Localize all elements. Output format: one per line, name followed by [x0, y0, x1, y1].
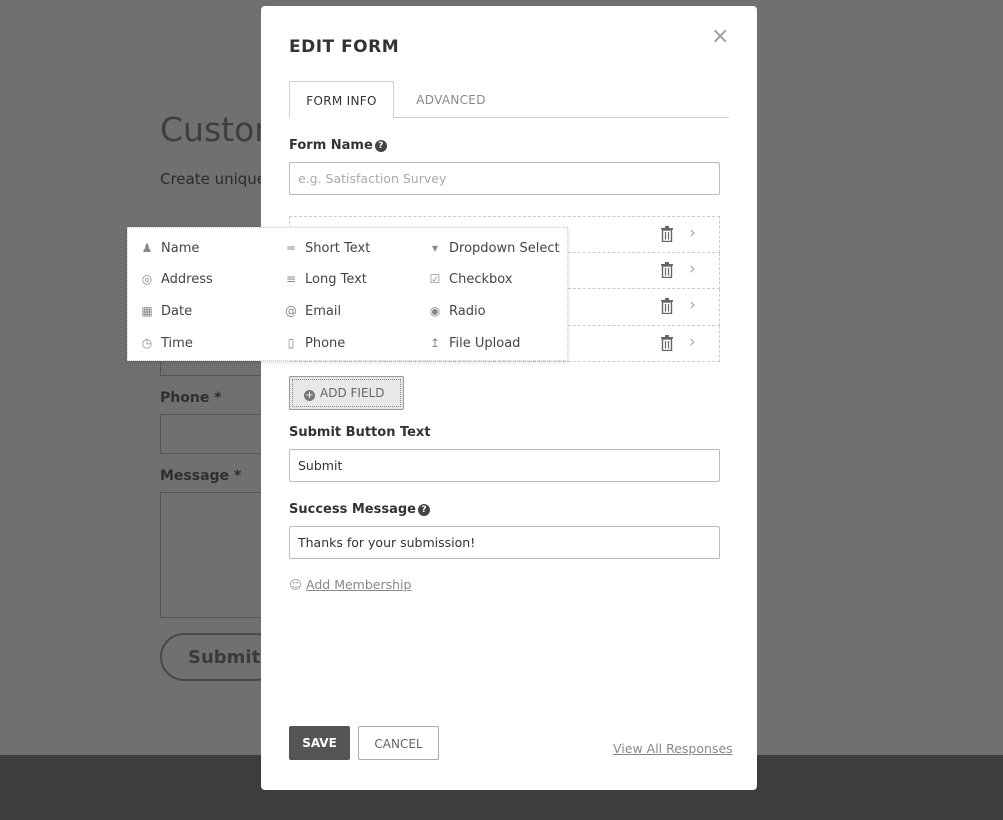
person-icon: ♟	[141, 241, 153, 255]
phone-label: Phone *	[160, 390, 222, 406]
success-message-input[interactable]	[289, 526, 720, 559]
add-field-label: ADD FIELD	[320, 386, 385, 400]
view-all-responses-link[interactable]: View All Responses	[613, 741, 733, 756]
radio-icon: ◉	[429, 304, 441, 318]
phone-icon: ▯	[287, 336, 295, 350]
save-button[interactable]: SAVE	[289, 726, 350, 760]
modal-title: EDIT FORM	[289, 37, 400, 57]
form-name-input[interactable]	[289, 162, 720, 195]
field-type-address[interactable]: ◎ Address	[140, 269, 213, 289]
field-type-popover: ♟ Name ◎ Address ▦ Date ◷ Time ═ Short Text ≡…	[127, 227, 568, 361]
form-name-label: Form Name?	[289, 138, 387, 153]
field-type-radio-label: Radio	[449, 304, 486, 319]
chevron-right-icon[interactable]: ›	[689, 295, 696, 315]
success-message-label: Success Message?	[289, 502, 430, 517]
at-icon: @	[285, 304, 297, 318]
tab-bar: FORM INFO ADVANCED	[289, 81, 729, 118]
field-type-name-label: Name	[161, 241, 200, 256]
short-text-icon: ═	[287, 241, 295, 255]
long-text-icon: ≡	[285, 272, 297, 286]
page-title: Custon	[160, 110, 276, 149]
plus-icon: +	[304, 390, 315, 401]
field-type-phone-label: Phone	[305, 336, 346, 351]
field-type-file-upload[interactable]: ↥ File Upload	[428, 333, 520, 353]
field-type-long-text-label: Long Text	[305, 272, 367, 287]
field-type-dropdown-label: Dropdown Select	[449, 241, 560, 256]
field-type-long-text[interactable]: ≡ Long Text	[284, 269, 367, 289]
edit-form-modal: EDIT FORM × FORM INFO ADVANCED Form Name…	[261, 6, 757, 790]
success-message-label-text: Success Message	[289, 502, 416, 517]
form-name-label-text: Form Name	[289, 138, 373, 153]
field-type-address-label: Address	[161, 272, 213, 287]
tab-form-info[interactable]: FORM INFO	[289, 81, 394, 118]
chevron-right-icon[interactable]: ›	[689, 259, 696, 279]
field-type-time[interactable]: ◷ Time	[140, 333, 193, 353]
field-type-time-label: Time	[161, 336, 193, 351]
trash-icon[interactable]	[660, 261, 674, 278]
clock-icon: ◷	[141, 336, 153, 350]
calendar-icon: ▦	[141, 304, 153, 318]
trash-icon[interactable]	[660, 298, 674, 314]
close-icon[interactable]: ×	[711, 26, 729, 48]
trash-icon[interactable]	[660, 334, 674, 351]
checkbox-icon: ☑	[429, 272, 441, 286]
field-type-short-text-label: Short Text	[305, 241, 371, 256]
submit-button-text-input[interactable]	[289, 449, 720, 482]
field-type-checkbox-label: Checkbox	[449, 272, 513, 287]
field-type-phone[interactable]: ▯ Phone	[284, 333, 346, 353]
field-type-dropdown[interactable]: ▾ Dropdown Select	[428, 238, 560, 258]
field-type-email[interactable]: @ Email	[284, 301, 341, 321]
upload-icon: ↥	[429, 336, 441, 350]
submit-button-text-label: Submit Button Text	[289, 425, 431, 440]
page-subtitle: Create unique	[160, 170, 267, 188]
add-membership-label: Add Membership	[306, 577, 412, 592]
field-type-email-label: Email	[305, 304, 342, 319]
message-label: Message *	[160, 468, 242, 484]
tab-advanced[interactable]: ADVANCED	[401, 81, 501, 118]
members-icon: ☺	[289, 577, 303, 592]
location-pin-icon: ◎	[141, 272, 153, 286]
field-type-file-upload-label: File Upload	[449, 336, 521, 351]
field-type-checkbox[interactable]: ☑ Checkbox	[428, 269, 513, 289]
help-icon[interactable]: ?	[374, 140, 387, 152]
add-membership-link[interactable]: ☺ Add Membership	[289, 577, 411, 592]
help-icon[interactable]: ?	[417, 504, 430, 516]
field-type-radio[interactable]: ◉ Radio	[428, 301, 486, 321]
field-type-date-label: Date	[161, 304, 193, 319]
field-type-name[interactable]: ♟ Name	[140, 238, 200, 258]
cancel-button[interactable]: CANCEL	[358, 726, 439, 760]
add-field-button[interactable]: + ADD FIELD	[289, 376, 404, 410]
trash-icon[interactable]	[660, 226, 674, 242]
chevron-right-icon[interactable]: ›	[689, 332, 696, 352]
field-type-short-text[interactable]: ═ Short Text	[284, 238, 370, 258]
dropdown-icon: ▾	[431, 241, 439, 255]
field-type-date[interactable]: ▦ Date	[140, 301, 192, 321]
chevron-right-icon[interactable]: ›	[689, 223, 696, 243]
